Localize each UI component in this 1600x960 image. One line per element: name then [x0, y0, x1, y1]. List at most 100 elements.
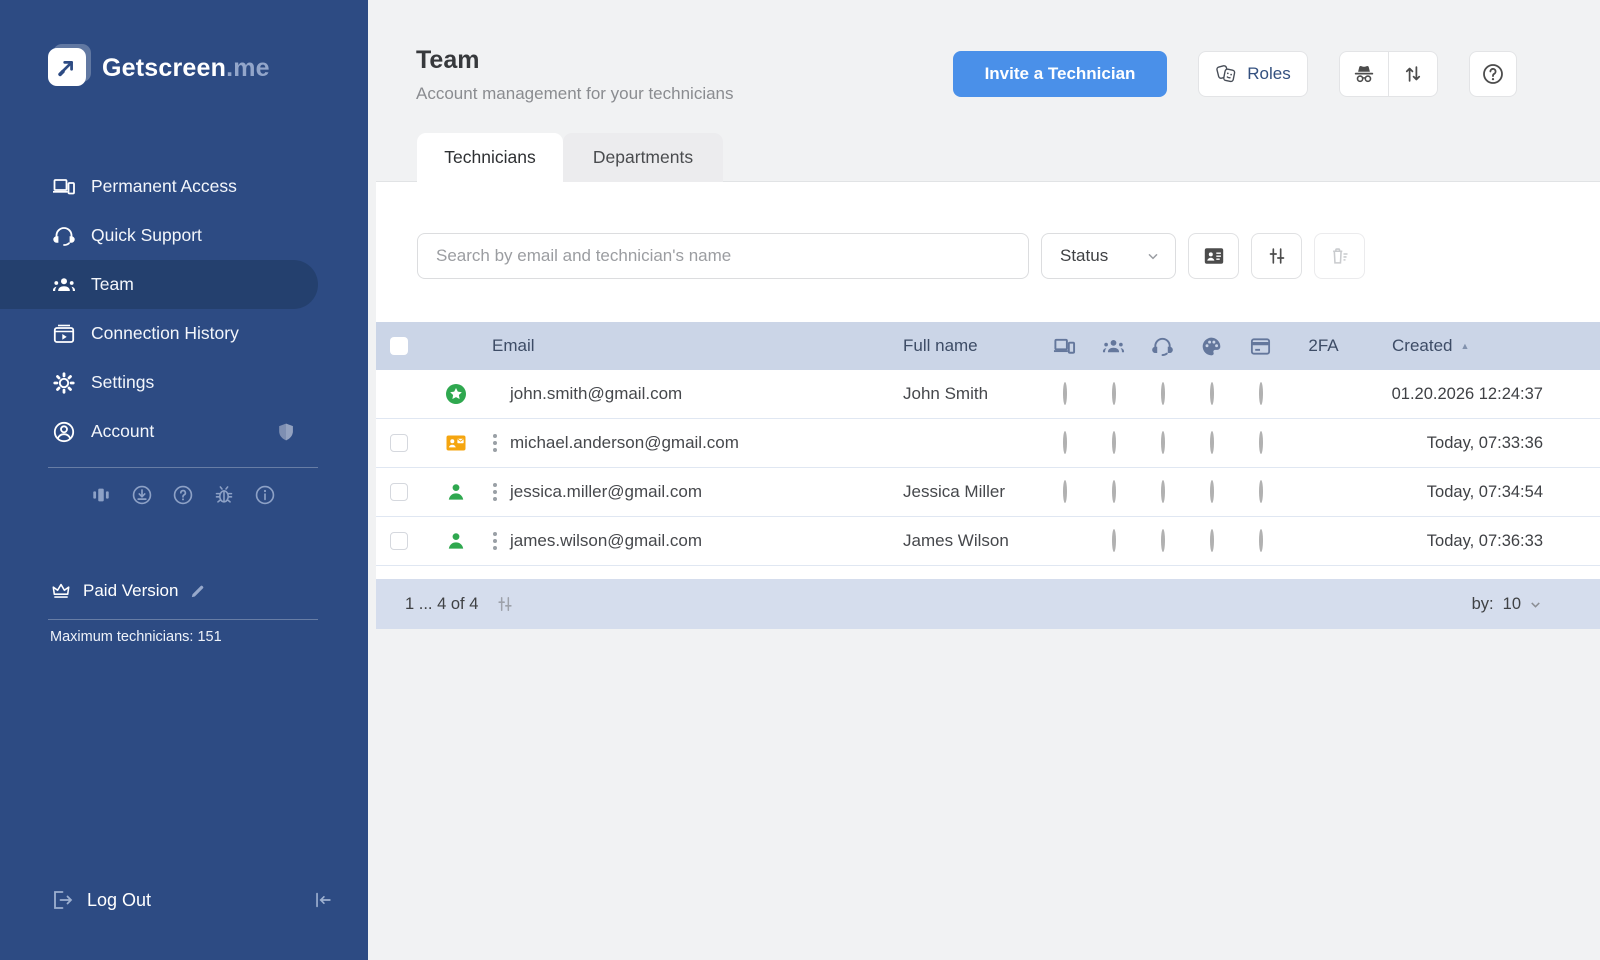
sidebar-item-label: Permanent Access	[91, 176, 237, 197]
permission-restricted-icon[interactable]	[1259, 480, 1263, 503]
sidebar-divider	[48, 467, 318, 468]
tune-icon	[1266, 245, 1288, 267]
permission-restricted-icon[interactable]	[1161, 382, 1165, 405]
chevron-down-icon	[1145, 248, 1161, 264]
roles-button[interactable]: Roles	[1198, 51, 1308, 97]
billing-icon	[1249, 335, 1272, 358]
column-header-created[interactable]: Created▲	[1362, 336, 1600, 356]
permission-restricted-icon[interactable]	[1063, 382, 1067, 405]
plan-limit: Maximum technicians: 151	[0, 629, 368, 645]
columns-settings-button[interactable]	[1251, 233, 1302, 279]
permission-restricted-icon[interactable]	[1112, 480, 1116, 503]
help-icon[interactable]	[172, 484, 194, 506]
view-options-button-group	[1339, 51, 1438, 97]
row-checkbox[interactable]	[390, 483, 408, 501]
permission-restricted-icon[interactable]	[1161, 431, 1165, 454]
sidebar-item-permanent-access[interactable]: Permanent Access	[0, 162, 318, 211]
permission-restricted-icon[interactable]	[1259, 529, 1263, 552]
card-view-button[interactable]	[1188, 233, 1239, 279]
logout-row: Log Out	[0, 888, 368, 912]
permission-restricted-icon[interactable]	[1259, 382, 1263, 405]
table-row[interactable]: michael.anderson@gmail.com Today, 07:33:…	[376, 419, 1600, 468]
plan-divider	[48, 619, 318, 620]
status-filter-dropdown[interactable]: Status	[1041, 233, 1176, 279]
cell-created: Today, 07:36:33	[1362, 532, 1600, 551]
crown-icon	[50, 580, 72, 602]
permission-restricted-icon[interactable]	[1210, 431, 1214, 454]
cell-email: john.smith@gmail.com	[510, 384, 903, 404]
column-header-full-name: Full name	[903, 336, 1040, 356]
pagination-settings-icon[interactable]	[495, 594, 515, 614]
invite-technician-button[interactable]: Invite a Technician	[953, 51, 1167, 97]
permission-restricted-icon[interactable]	[1210, 529, 1214, 552]
sidebar-item-quick-support[interactable]: Quick Support	[0, 211, 318, 260]
per-page-select[interactable]: 10	[1503, 595, 1543, 614]
permission-restricted-icon[interactable]	[1161, 480, 1165, 503]
cell-created: Today, 07:33:36	[1362, 434, 1600, 453]
permission-restricted-icon[interactable]	[1259, 431, 1263, 454]
pagination-bar: 1 ... 4 of 4 by: 10	[376, 579, 1600, 629]
devices-icon	[52, 175, 76, 199]
permission-restricted-icon[interactable]	[1063, 431, 1067, 454]
contact-card-icon	[1202, 244, 1226, 268]
permission-restricted-icon[interactable]	[1112, 529, 1116, 552]
theater-masks-icon	[1215, 63, 1237, 85]
headset-icon	[1151, 335, 1174, 358]
cell-full-name: Jessica Miller	[903, 482, 1040, 502]
sort-arrows-icon	[1402, 63, 1424, 85]
table-row[interactable]: james.wilson@gmail.com James Wilson Toda…	[376, 517, 1600, 566]
permission-restricted-icon[interactable]	[1210, 480, 1214, 503]
table-row[interactable]: jessica.miller@gmail.com Jessica Miller …	[376, 468, 1600, 517]
permission-restricted-icon[interactable]	[1063, 480, 1067, 503]
bug-report-icon[interactable]	[213, 484, 235, 506]
pencil-icon[interactable]	[189, 583, 206, 600]
active-technician-icon	[444, 529, 468, 553]
row-checkbox[interactable]	[390, 434, 408, 452]
sidebar-item-label: Connection History	[91, 323, 239, 344]
sidebar-item-connection-history[interactable]: Connection History	[0, 309, 318, 358]
delete-selected-button[interactable]	[1314, 233, 1365, 279]
sidebar-utility-icons	[48, 484, 318, 506]
logout-label[interactable]: Log Out	[87, 890, 151, 911]
carousel-icon[interactable]	[90, 484, 112, 506]
help-button[interactable]	[1469, 51, 1517, 97]
sidebar-item-account[interactable]: Account	[0, 407, 318, 456]
cell-full-name: James Wilson	[903, 531, 1040, 551]
palette-icon	[1200, 335, 1223, 358]
per-page-label: by:	[1472, 595, 1494, 614]
permission-restricted-icon[interactable]	[1210, 382, 1214, 405]
search-input[interactable]	[417, 233, 1029, 279]
cell-email: jessica.miller@gmail.com	[510, 482, 903, 502]
table-header: Email Full name 2FA Created▲	[376, 322, 1600, 370]
page-header: Team Account management for your technic…	[368, 0, 1600, 104]
permission-restricted-icon[interactable]	[1161, 529, 1165, 552]
cell-created: Today, 07:34:54	[1362, 483, 1600, 502]
roles-label: Roles	[1247, 64, 1290, 84]
technicians-panel: Status Email Full name 2FA	[376, 182, 1600, 629]
row-menu-kebab-icon[interactable]	[490, 529, 500, 553]
sidebar-item-label: Team	[91, 274, 134, 295]
sort-order-toggle[interactable]	[1389, 51, 1437, 97]
collapse-sidebar-icon[interactable]	[312, 889, 334, 911]
table-row[interactable]: john.smith@gmail.com John Smith 01.20.20…	[376, 370, 1600, 419]
permission-restricted-icon[interactable]	[1112, 431, 1116, 454]
session-history-icon	[52, 322, 76, 346]
row-menu-kebab-icon[interactable]	[490, 431, 500, 455]
brand-logo[interactable]: Getscreen.me	[48, 48, 368, 88]
sidebar-item-label: Account	[91, 421, 154, 442]
row-checkbox[interactable]	[390, 532, 408, 550]
tab-departments[interactable]: Departments	[563, 133, 723, 182]
sidebar-item-label: Quick Support	[91, 225, 202, 246]
incognito-icon	[1352, 62, 1376, 86]
sidebar: Getscreen.me Permanent Access Quick Supp…	[0, 0, 368, 960]
select-all-checkbox[interactable]	[390, 337, 408, 355]
sidebar-item-settings[interactable]: Settings	[0, 358, 318, 407]
tab-technicians[interactable]: Technicians	[417, 133, 563, 182]
row-menu-kebab-icon[interactable]	[490, 480, 500, 504]
incognito-toggle[interactable]	[1340, 51, 1388, 97]
sidebar-item-team[interactable]: Team	[0, 260, 318, 309]
cell-full-name: John Smith	[903, 384, 1040, 404]
info-icon[interactable]	[254, 484, 276, 506]
download-icon[interactable]	[131, 484, 153, 506]
permission-restricted-icon[interactable]	[1112, 382, 1116, 405]
